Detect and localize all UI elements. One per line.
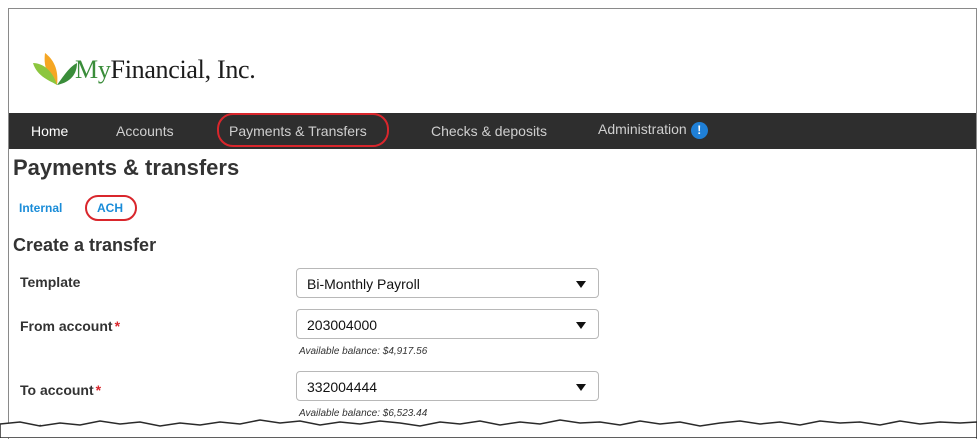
tab-internal[interactable]: Internal [19, 201, 62, 215]
required-mark: * [114, 318, 121, 334]
to-account-label: To account * [20, 382, 101, 398]
to-account-value: 332004444 [307, 379, 378, 395]
brand-name-rest: Financial, Inc. [110, 55, 256, 84]
from-account-value: 203004000 [307, 317, 378, 333]
nav-item-payments-transfers[interactable]: Payments & Transfers [229, 123, 367, 139]
from-account-balance: Available balance: $4,917.56 [299, 346, 428, 357]
nav-item-checks-deposits[interactable]: Checks & deposits [431, 123, 547, 139]
section-title: Create a transfer [13, 235, 157, 255]
caret-down-icon [576, 281, 586, 288]
page-title: Payments & transfers [13, 155, 240, 180]
from-account-label-text: From account [20, 318, 113, 334]
caret-down-icon [576, 384, 586, 391]
caret-down-icon [576, 322, 586, 329]
app-window: MyFinancial, Inc. Home Accounts Payments… [8, 8, 977, 439]
torn-edge [0, 419, 977, 438]
brand-name: MyFinancial, Inc. [75, 55, 256, 85]
template-select-value: Bi-Monthly Payroll [307, 276, 420, 292]
brand-name-prefix: My [75, 55, 111, 84]
brand-header: MyFinancial, Inc. [9, 9, 976, 109]
from-account-label: From account * [20, 318, 120, 334]
nav-item-accounts[interactable]: Accounts [116, 123, 174, 139]
template-select[interactable]: Bi-Monthly Payroll [296, 268, 599, 298]
from-account-select[interactable]: 203004000 [296, 309, 599, 339]
nav-item-home[interactable]: Home [31, 123, 68, 139]
to-account-label-text: To account [20, 382, 94, 398]
to-account-select[interactable]: 332004444 [296, 371, 599, 401]
nav-item-administration[interactable]: Administration! [598, 121, 708, 139]
nav-item-administration-label: Administration [598, 121, 687, 137]
alert-icon: ! [690, 121, 708, 139]
template-label: Template [20, 274, 81, 290]
tab-ach[interactable]: ACH [97, 201, 123, 215]
required-mark: * [95, 382, 102, 398]
main-nav: Home Accounts Payments & Transfers Check… [9, 113, 976, 149]
